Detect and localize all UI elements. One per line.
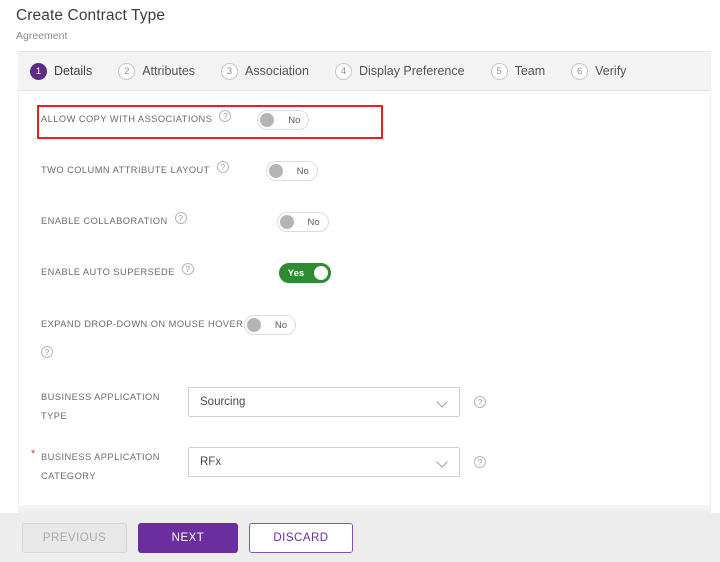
details-form-panel: ALLOW COPY WITH ASSOCIATIONS ? No TWO CO… — [18, 91, 711, 505]
field-business-application-category: * BUSINESS APPLICATION CATEGORY RFx ? — [31, 447, 486, 485]
toggle-knob — [268, 164, 283, 178]
step-number-3: 3 — [221, 62, 239, 80]
toggle-knob — [279, 215, 294, 229]
select-value-business-application-type: Sourcing — [200, 396, 246, 408]
step-label-attributes: Attributes — [142, 64, 196, 78]
page-title: Create Contract Type — [16, 7, 166, 24]
panel-bottom-shadow — [18, 505, 711, 513]
help-icon[interactable]: ? — [474, 396, 486, 408]
label-business-application-category: BUSINESS APPLICATION CATEGORY — [41, 452, 160, 481]
step-label-verify: Verify — [595, 64, 627, 78]
step-number-2: 2 — [118, 62, 136, 80]
step-association[interactable]: 3 Association — [221, 62, 309, 80]
toggle-knob — [313, 266, 328, 280]
step-label-team: Team — [514, 64, 546, 78]
field-expand-dropdown-on-mouse-hover: EXPAND DROP-DOWN ON MOUSE HOVER ? No — [41, 315, 296, 360]
help-icon[interactable]: ? — [216, 161, 229, 173]
step-label-association: Association — [245, 64, 309, 78]
step-number-6: 6 — [571, 62, 589, 80]
toggle-enable-collaboration[interactable]: No — [276, 212, 329, 232]
field-business-application-type: BUSINESS APPLICATION TYPE Sourcing ? — [41, 387, 486, 425]
page-subtitle: Agreement — [16, 30, 68, 42]
select-value-business-application-category: RFx — [200, 456, 222, 468]
step-label-display-preference: Display Preference — [358, 64, 465, 78]
select-business-application-type[interactable]: Sourcing — [188, 387, 460, 417]
label-two-column-attribute-layout: TWO COLUMN ATTRIBUTE LAYOUT — [41, 165, 210, 175]
step-team[interactable]: 5 Team — [490, 62, 546, 80]
help-icon[interactable]: ? — [219, 110, 232, 122]
field-allow-copy-with-associations: ALLOW COPY WITH ASSOCIATIONS ? No — [41, 110, 310, 130]
step-verify[interactable]: 6 Verify — [571, 62, 627, 80]
toggle-expand-dropdown-on-mouse-hover[interactable]: No — [244, 315, 296, 335]
field-enable-collaboration: ENABLE COLLABORATION ? No — [41, 212, 329, 232]
step-label-details: Details — [54, 64, 93, 78]
step-number-5: 5 — [490, 62, 508, 80]
chevron-down-icon — [437, 456, 449, 468]
step-details[interactable]: 1 Details — [30, 62, 93, 80]
label-enable-collaboration: ENABLE COLLABORATION — [41, 216, 168, 226]
toggle-value: No — [307, 216, 320, 228]
help-icon[interactable]: ? — [474, 456, 486, 468]
wizard-step-bar: 1 Details 2 Attributes 3 Association 4 D… — [18, 51, 711, 91]
required-indicator: * — [31, 448, 36, 460]
step-display-preference[interactable]: 4 Display Preference — [334, 62, 465, 80]
wizard-footer: PREVIOUS NEXT DISCARD — [0, 513, 720, 562]
help-icon[interactable]: ? — [174, 212, 187, 224]
toggle-knob — [260, 113, 275, 127]
toggle-two-column-attribute-layout[interactable]: No — [265, 161, 318, 181]
chevron-down-icon — [437, 396, 449, 408]
help-icon[interactable]: ? — [181, 263, 194, 275]
step-attributes[interactable]: 2 Attributes — [118, 62, 196, 80]
toggle-value: No — [288, 114, 301, 126]
toggle-enable-auto-supersede[interactable]: Yes — [278, 263, 331, 283]
toggle-allow-copy-with-associations[interactable]: No — [257, 110, 310, 130]
page-header: Create Contract Type Agreement — [0, 0, 720, 50]
select-business-application-category[interactable]: RFx — [188, 447, 460, 477]
toggle-value: No — [274, 319, 287, 331]
label-enable-auto-supersede: ENABLE AUTO SUPERSEDE — [41, 267, 175, 277]
create-contract-type-page: Create Contract Type Agreement 1 Details… — [0, 0, 720, 562]
field-enable-auto-supersede: ENABLE AUTO SUPERSEDE ? Yes — [41, 263, 331, 283]
previous-button[interactable]: PREVIOUS — [22, 522, 127, 553]
toggle-knob — [247, 318, 261, 332]
label-business-application-type: BUSINESS APPLICATION TYPE — [41, 392, 160, 421]
label-allow-copy-with-associations: ALLOW COPY WITH ASSOCIATIONS — [41, 114, 213, 124]
help-icon[interactable]: ? — [41, 346, 53, 358]
discard-button[interactable]: DISCARD — [249, 522, 353, 553]
step-number-4: 4 — [334, 62, 352, 80]
toggle-value: Yes — [287, 267, 305, 279]
step-number-1: 1 — [30, 62, 47, 80]
next-button[interactable]: NEXT — [138, 522, 238, 553]
toggle-value: No — [296, 165, 309, 177]
field-two-column-attribute-layout: TWO COLUMN ATTRIBUTE LAYOUT ? No — [41, 161, 318, 181]
label-expand-dropdown-on-mouse-hover: EXPAND DROP-DOWN ON MOUSE HOVER — [41, 319, 244, 329]
